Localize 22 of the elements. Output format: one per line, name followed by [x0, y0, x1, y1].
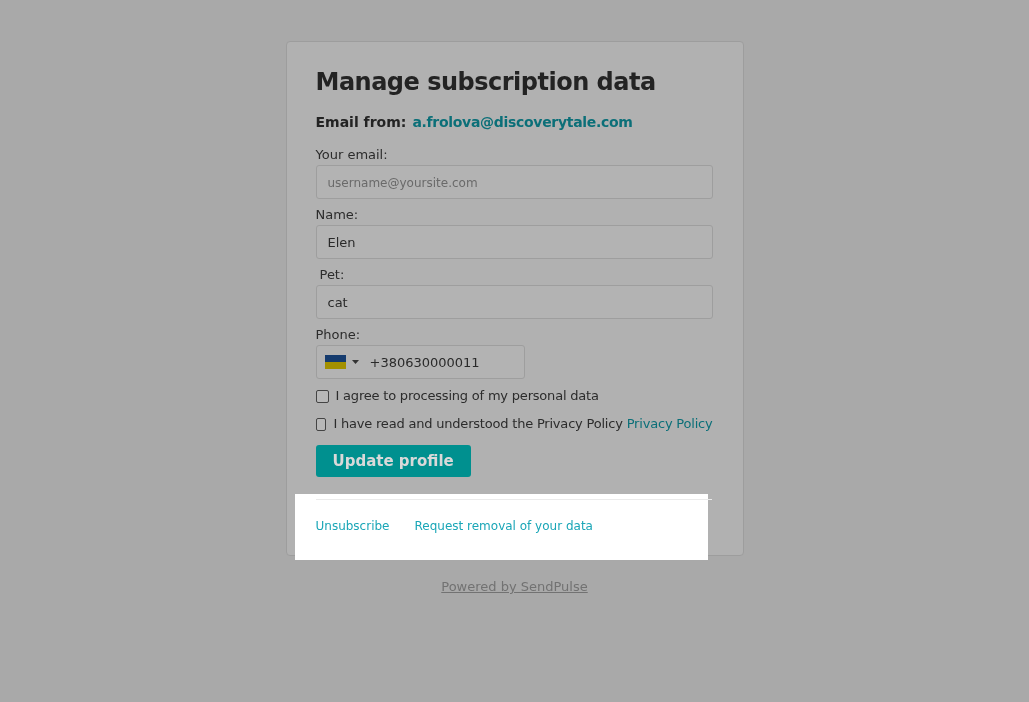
consent-label: I agree to processing of my personal data: [335, 387, 599, 403]
email-from-label: Email from:: [315, 114, 407, 130]
sender-email-link[interactable]: a.frolova@discoverytale.com: [412, 114, 633, 130]
consent-label: I have read and understood the Privacy Policy: [333, 415, 623, 431]
input-field[interactable]: Elen: [315, 225, 713, 259]
update-profile-button[interactable]: Update profile: [315, 445, 471, 477]
footer-link[interactable]: Request removal of your data: [414, 519, 593, 533]
caret-icon[interactable]: [351, 360, 359, 364]
checkbox[interactable]: [315, 418, 327, 431]
field-label: Pet:: [319, 267, 345, 282]
flag-icon[interactable]: [324, 355, 346, 369]
field-label: Phone:: [315, 327, 361, 342]
page-title: Manage subscription data: [315, 68, 657, 96]
footer-link[interactable]: Unsubscribe: [315, 519, 390, 533]
phone-number: +380630000011: [369, 354, 480, 370]
field-label: Name:: [315, 207, 359, 222]
privacy-policy-link[interactable]: Privacy Policy: [626, 415, 713, 431]
input-field[interactable]: cat: [315, 285, 713, 319]
phone-field[interactable]: +380630000011: [315, 345, 525, 379]
input-field[interactable]: username@yoursite.com: [315, 165, 713, 199]
field-label: Your email:: [315, 147, 388, 162]
checkbox[interactable]: [315, 390, 329, 403]
